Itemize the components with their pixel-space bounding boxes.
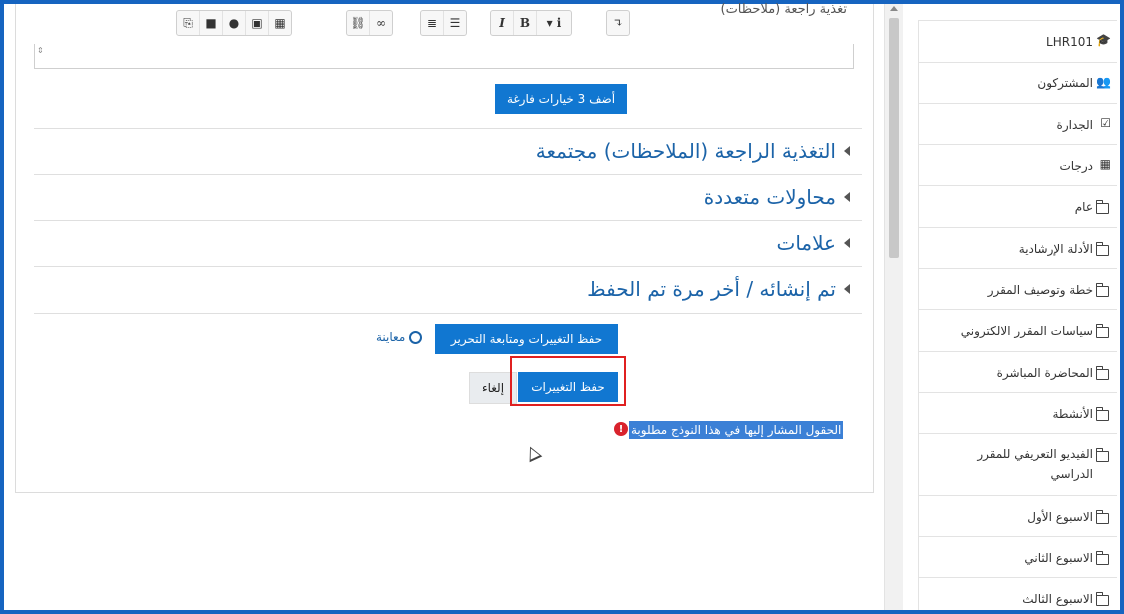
link-icon[interactable]: ∞ (370, 11, 392, 35)
sidebar-item-label: الأنشطة (1052, 407, 1094, 421)
file-icon[interactable]: ▣ (246, 11, 269, 35)
course-navigation-sidebar: 🎓 LHR101 👥 المشتركون ☑ الجدارة ▦ درجات ع… (918, 20, 1117, 610)
section-multiple-tries[interactable]: محاولات متعددة (34, 174, 862, 221)
sidebar-item-label: المحاضرة المباشرة (996, 366, 1093, 380)
section-title: تم إنشائه / أخر مرة تم الحفظ (587, 277, 836, 301)
collapse-caret-icon (844, 146, 850, 156)
bold-button[interactable]: B (514, 11, 537, 35)
sidebar-item-course-plan[interactable]: خطة وتوصيف المقرر (919, 268, 1117, 309)
unlink-icon[interactable]: ⛓ (347, 11, 370, 35)
toolbar-group-format: I B ▾ i (490, 10, 572, 36)
users-icon: 👥 (1096, 75, 1111, 89)
video-icon[interactable]: ■ (200, 11, 223, 35)
show-more-icon[interactable]: ↴ (607, 11, 629, 35)
required-exclamation-icon: ! (614, 422, 628, 436)
graduation-cap-icon: 🎓 (1096, 33, 1111, 47)
sidebar-item-general[interactable]: عام (919, 185, 1117, 227)
sidebar-item-label: درجات (1059, 159, 1093, 173)
toolbar-group-lists: ≣ ☰ (420, 10, 467, 36)
table-icon: ▦ (1099, 157, 1111, 171)
sidebar-item-participants[interactable]: 👥 المشتركون (919, 62, 1117, 103)
image-icon[interactable]: ▦ (269, 11, 291, 35)
sidebar-item-intro-video[interactable]: الفيديو التعريفي للمقرر الدراسي (919, 433, 1117, 495)
sidebar-item-week-1[interactable]: الاسبوع الأول (919, 495, 1117, 536)
sidebar-item-grades[interactable]: ▦ درجات (919, 144, 1117, 185)
italic-button[interactable]: I (491, 11, 514, 35)
ordered-list-icon[interactable]: ≣ (421, 11, 444, 35)
sidebar-item-course[interactable]: 🎓 LHR101 (919, 20, 1117, 62)
required-fields-note: الحقول المشار إليها في هذا النوذج مطلوبة (629, 421, 844, 439)
toolbar-group-expand: ↴ (606, 10, 630, 36)
question-edit-form: (تغذية راجعة (ملاحظات ⎘ ■ ● ▣ ▦ ⛓ ∞ ≣ ☰ … (15, 2, 874, 493)
folder-icon (1095, 200, 1109, 214)
folder-icon (1095, 366, 1109, 380)
toolbar-group-links: ⛓ ∞ (346, 10, 393, 36)
sidebar-item-week-2[interactable]: الاسبوع الثاني (919, 536, 1117, 577)
toolbar-group-media: ⎘ ■ ● ▣ ▦ (176, 10, 292, 36)
folder-icon (1095, 242, 1109, 256)
folder-icon (1095, 510, 1109, 524)
feedback-editor-textarea[interactable]: ⇕ (34, 44, 854, 69)
sidebar-item-label: الجدارة (1056, 118, 1093, 132)
sidebar-item-competencies[interactable]: ☑ الجدارة (919, 103, 1117, 144)
sidebar-item-label: الاسبوع الثالث (1022, 592, 1093, 606)
folder-icon (1095, 551, 1109, 565)
sidebar-item-label: المشتركون (1037, 76, 1093, 90)
save-button-highlight (510, 356, 626, 406)
check-square-icon: ☑ (1100, 116, 1111, 130)
sidebar-item-label: خطة وتوصيف المقرر (987, 283, 1093, 297)
section-tags[interactable]: علامات (34, 220, 862, 267)
microphone-icon[interactable]: ● (223, 11, 246, 35)
folder-icon (1095, 448, 1109, 462)
sidebar-item-week-3[interactable]: الاسبوع الثالث (919, 577, 1117, 610)
scroll-up-arrow-icon[interactable] (890, 6, 898, 11)
feedback-field-label: (تغذية راجعة (ملاحظات (720, 2, 847, 17)
sidebar-item-guides[interactable]: الأدلة الإرشادية (919, 227, 1117, 268)
resize-handle-icon[interactable]: ⇕ (37, 46, 44, 55)
save-and-continue-button[interactable]: حفظ التغييرات ومتابعة التحرير (435, 324, 618, 354)
scroll-thumb[interactable] (889, 18, 899, 258)
collapse-caret-icon (844, 238, 850, 248)
sidebar-item-label: الأدلة الإرشادية (1018, 242, 1093, 256)
page-scrollbar[interactable] (884, 4, 903, 610)
unordered-list-icon[interactable]: ☰ (444, 11, 466, 35)
section-combined-feedback[interactable]: التغذية الراجعة (الملاحظات) مجتمعة (34, 128, 862, 175)
copy-icon[interactable]: ⎘ (177, 11, 200, 35)
section-created-modified[interactable]: تم إنشائه / أخر مرة تم الحفظ (34, 266, 862, 314)
sidebar-item-label: LHR101 (1046, 35, 1093, 49)
editor-toolbar: ⎘ ■ ● ▣ ▦ ⛓ ∞ ≣ ☰ I B ▾ i ↴ (176, 10, 646, 36)
sidebar-item-policies[interactable]: سياسات المقرر الالكتروني (919, 309, 1117, 351)
search-plus-icon (409, 330, 423, 344)
folder-icon (1095, 407, 1109, 421)
section-title: محاولات متعددة (703, 185, 836, 209)
folder-icon (1095, 592, 1109, 606)
collapse-caret-icon (844, 284, 850, 294)
sidebar-item-label: الاسبوع الأول (1027, 510, 1093, 524)
sidebar-item-activities[interactable]: الأنشطة (919, 392, 1117, 433)
add-blank-choices-button[interactable]: أضف 3 خيارات فارغة (495, 84, 627, 114)
sidebar-item-label: الاسبوع الثاني (1024, 551, 1093, 565)
paragraph-style-dropdown[interactable]: ▾ i (537, 11, 571, 35)
sidebar-item-label: عام (1074, 200, 1093, 214)
section-title: علامات (776, 231, 836, 255)
sidebar-item-live-lecture[interactable]: المحاضرة المباشرة (919, 351, 1117, 392)
sidebar-item-label: الفيديو التعريفي للمقرر الدراسي (977, 447, 1093, 481)
preview-link[interactable]: معاينة (376, 330, 423, 344)
sidebar-item-label: سياسات المقرر الالكتروني (960, 324, 1093, 338)
section-title: التغذية الراجعة (الملاحظات) مجتمعة (535, 139, 836, 163)
preview-label: معاينة (376, 330, 406, 344)
collapse-caret-icon (844, 192, 850, 202)
folder-icon (1095, 283, 1109, 297)
folder-icon (1095, 324, 1109, 338)
